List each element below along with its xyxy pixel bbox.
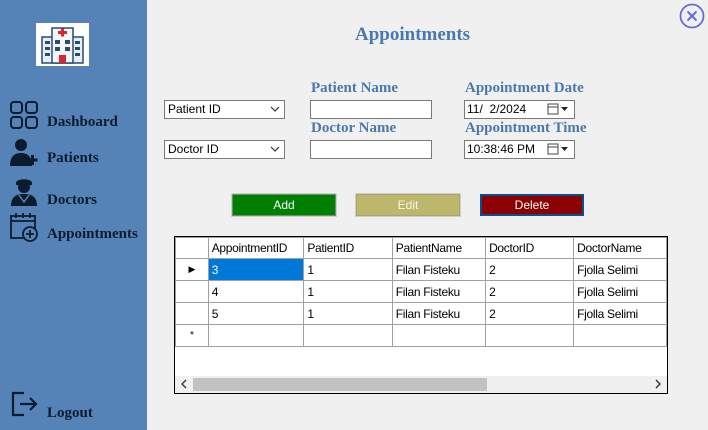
table-cell[interactable]: 1 xyxy=(303,258,393,281)
doctor-id-select[interactable]: Doctor ID xyxy=(164,140,285,159)
table-cell[interactable]: 2 xyxy=(485,258,575,281)
patient-name-label: Patient Name xyxy=(311,80,399,96)
column-header[interactable]: PatientID xyxy=(303,237,393,259)
scroll-left-icon[interactable] xyxy=(178,378,190,390)
row-header-corner xyxy=(175,237,209,259)
table-header-row: AppointmentID PatientID PatientName Doct… xyxy=(175,237,667,259)
appointment-time-label: Appointment Time xyxy=(465,120,587,136)
table-row[interactable]: 4 1 Filan Fisteku 2 Fjolla Selimi xyxy=(175,280,667,303)
appointments-table: AppointmentID PatientID PatientName Doct… xyxy=(175,237,667,347)
doctor-icon xyxy=(9,176,39,206)
sidebar-item-doctors[interactable]: Doctors xyxy=(0,176,147,210)
edit-button[interactable]: Edit xyxy=(355,193,461,217)
table-row[interactable]: ▶ 3 1 Filan Fisteku 2 Fjolla Selimi xyxy=(175,258,667,281)
calendar-dropdown-icon xyxy=(547,143,568,155)
current-row-indicator[interactable]: ▶ xyxy=(175,258,209,281)
table-cell[interactable]: 2 xyxy=(485,280,575,303)
appointment-time-picker[interactable]: 10:38:46 PM xyxy=(464,140,575,159)
sidebar-item-label: Dashboard xyxy=(47,114,118,130)
add-button[interactable]: Add xyxy=(231,193,337,217)
table-cell[interactable]: 1 xyxy=(303,280,393,303)
sidebar-item-label: Doctors xyxy=(47,192,97,208)
page-title: Appointments xyxy=(355,24,471,45)
chevron-down-icon xyxy=(270,146,280,152)
logout-icon xyxy=(10,390,40,420)
table-cell[interactable] xyxy=(573,324,667,347)
table-cell[interactable] xyxy=(303,324,393,347)
patient-id-select-value: Patient ID xyxy=(168,102,221,116)
sidebar-item-appointments[interactable]: Appointments xyxy=(0,212,147,246)
sidebar-item-patients[interactable]: Patients xyxy=(0,138,147,172)
patient-icon xyxy=(9,138,39,168)
doctor-id-select-value: Doctor ID xyxy=(168,142,219,156)
table-cell[interactable]: Filan Fisteku xyxy=(391,302,487,325)
row-header[interactable] xyxy=(175,280,209,303)
table-cell[interactable] xyxy=(391,324,487,347)
horizontal-scrollbar[interactable] xyxy=(175,376,667,393)
dashboard-icon xyxy=(9,100,39,130)
doctor-name-label: Doctor Name xyxy=(311,120,397,136)
row-header[interactable] xyxy=(175,302,209,325)
appointment-date-label: Appointment Date xyxy=(465,80,584,96)
sidebar-item-label: Appointments xyxy=(47,226,138,242)
table-cell[interactable]: Filan Fisteku xyxy=(391,258,487,281)
table-cell[interactable]: 2 xyxy=(485,302,575,325)
table-cell[interactable]: 4 xyxy=(207,280,305,303)
table-row[interactable]: 5 1 Filan Fisteku 2 Fjolla Selimi xyxy=(175,302,667,325)
table-cell[interactable]: 1 xyxy=(303,302,393,325)
table-cell[interactable]: 3 xyxy=(207,258,305,281)
sidebar-item-label: Patients xyxy=(47,150,99,166)
table-cell[interactable]: Fjolla Selimi xyxy=(573,258,667,281)
calendar-icon xyxy=(9,212,39,242)
chevron-down-icon xyxy=(270,106,280,112)
patient-id-select[interactable]: Patient ID xyxy=(164,100,285,119)
column-header[interactable]: AppointmentID xyxy=(207,237,305,259)
appointment-date-picker[interactable]: 11/ 2/2024 xyxy=(464,100,575,119)
close-button[interactable] xyxy=(679,3,705,29)
column-header[interactable]: DoctorID xyxy=(485,237,575,259)
scroll-right-icon[interactable] xyxy=(652,378,664,390)
table-cell[interactable]: Filan Fisteku xyxy=(391,280,487,303)
hospital-logo-icon xyxy=(36,23,89,66)
appointment-time-value: 10:38:46 PM xyxy=(467,142,536,156)
scrollbar-thumb[interactable] xyxy=(193,378,487,391)
appointments-grid[interactable]: AppointmentID PatientID PatientName Doct… xyxy=(174,236,668,394)
table-cell[interactable]: 5 xyxy=(207,302,305,325)
column-header[interactable]: DoctorName xyxy=(573,237,667,259)
new-row-indicator[interactable]: * xyxy=(175,324,209,347)
patient-name-field[interactable] xyxy=(310,100,432,119)
close-icon xyxy=(679,3,705,29)
calendar-dropdown-icon xyxy=(547,103,568,115)
table-cell[interactable]: Fjolla Selimi xyxy=(573,302,667,325)
sidebar-item-dashboard[interactable]: Dashboard xyxy=(0,100,147,134)
table-cell[interactable] xyxy=(485,324,575,347)
table-cell[interactable] xyxy=(207,324,305,347)
sidebar: Dashboard Patients Doctors Appointments … xyxy=(0,0,147,430)
column-header[interactable]: PatientName xyxy=(391,237,487,259)
logout-label: Logout xyxy=(47,405,93,421)
delete-button[interactable]: Delete xyxy=(480,194,584,216)
appointment-date-value: 11/ 2/2024 xyxy=(467,102,527,116)
table-cell[interactable]: Fjolla Selimi xyxy=(573,280,667,303)
doctor-name-field[interactable] xyxy=(310,140,432,159)
logout-button[interactable]: Logout xyxy=(0,390,147,424)
new-row[interactable]: * xyxy=(175,324,667,347)
